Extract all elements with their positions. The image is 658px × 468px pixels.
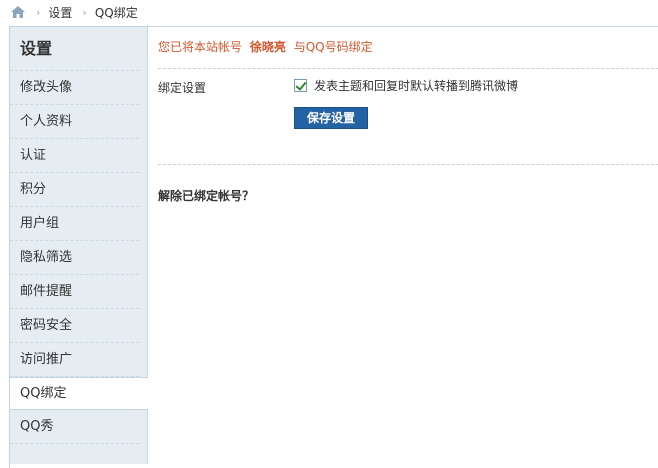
breadcrumb-separator: ›: [36, 5, 41, 19]
home-icon[interactable]: [10, 5, 26, 19]
sidebar-item-password[interactable]: 密码安全: [10, 309, 139, 343]
sidebar-item-avatar[interactable]: 修改头像: [10, 71, 139, 105]
sidebar-item-profile[interactable]: 个人资料: [10, 105, 139, 139]
sidebar-item-credits[interactable]: 积分: [10, 173, 139, 207]
sidebar-item-verify[interactable]: 认证: [10, 139, 139, 173]
sidebar-item-email-alerts[interactable]: 邮件提醒: [10, 275, 139, 309]
sidebar-item-qq-bind[interactable]: QQ绑定: [10, 377, 148, 410]
breadcrumb-settings-link[interactable]: 设置: [48, 4, 72, 21]
breadcrumb: › 设置 › QQ绑定: [0, 0, 658, 24]
weibo-sync-option[interactable]: 发表主题和回复时默认转播到腾讯微博: [294, 77, 518, 94]
weibo-sync-label[interactable]: 发表主题和回复时默认转播到腾讯微博: [314, 77, 518, 94]
sidebar-title: 设置: [10, 27, 139, 71]
bind-settings-label: 绑定设置: [158, 81, 207, 95]
sidebar-item-usergroup[interactable]: 用户组: [10, 207, 139, 241]
weibo-sync-checkbox[interactable]: [294, 79, 307, 92]
sidebar-item-promotion[interactable]: 访问推广: [10, 343, 139, 377]
notice-username: 徐晓亮: [249, 40, 286, 54]
sidebar-item-qq-show[interactable]: QQ秀: [10, 410, 139, 444]
sidebar-item-privacy[interactable]: 隐私筛选: [10, 241, 139, 275]
save-settings-button[interactable]: 保存设置: [294, 107, 368, 129]
notice-suffix: 与QQ号码绑定: [293, 40, 373, 54]
breadcrumb-current[interactable]: QQ绑定: [95, 4, 138, 21]
settings-sidebar: 设置 修改头像 个人资料 认证 积分 用户组 隐私筛选 邮件提醒 密码安全 访问…: [10, 27, 148, 464]
notice-prefix: 您已将本站帐号: [158, 40, 243, 54]
breadcrumb-separator: ›: [82, 5, 87, 19]
settings-frame: 设置 修改头像 个人资料 认证 积分 用户组 隐私筛选 邮件提醒 密码安全 访问…: [9, 26, 658, 468]
unbind-account-title: 解除已绑定帐号？: [158, 189, 255, 203]
main-content: 您已将本站帐号 徐晓亮 与QQ号码绑定 绑定设置 发表主题和回复时默认转播到腾讯…: [149, 27, 658, 464]
bind-notice: 您已将本站帐号 徐晓亮 与QQ号码绑定: [158, 27, 658, 69]
bind-settings-row: 绑定设置 发表主题和回复时默认转播到腾讯微博 保存设置: [158, 69, 658, 165]
